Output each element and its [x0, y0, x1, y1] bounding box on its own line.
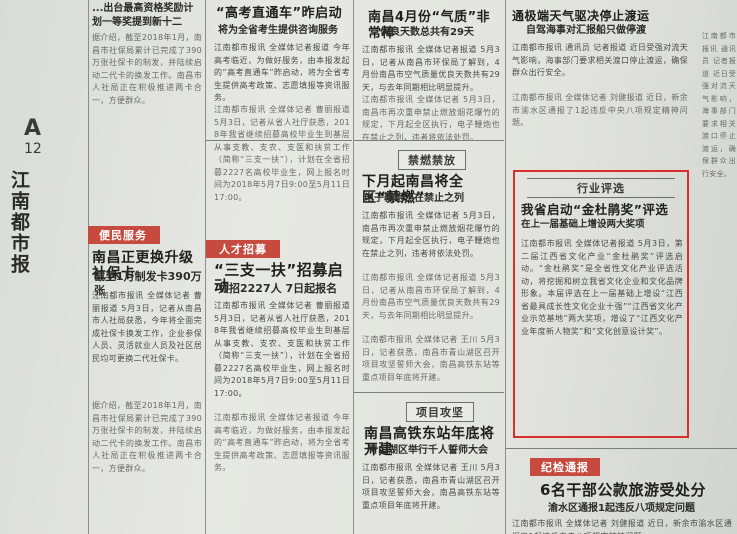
column-2: 南昌4月份“气质”非常棒 优良天数总共有29天 江南都市报讯 全媒体记者报道 5…: [354, 0, 504, 534]
article-body: 江南都市报讯 全媒体记者 刘健报道 近日，新余市渝水区通报了1起违反中央八项规定…: [512, 93, 688, 127]
headline: ...出台最高资格奖励计划一等奖提到新十二: [92, 3, 194, 28]
subheadline: 青山湖区举行千人誓师大会: [368, 445, 488, 456]
subheadline: 渝水区通报1起违反八项规定问题: [548, 503, 695, 514]
subheadline: 将为全省考生提供咨询服务: [218, 25, 338, 36]
subheadline: 优良天数总共有29天: [380, 27, 474, 38]
section-label: 行业评选: [527, 178, 675, 198]
headline: 我省启动“金杜鹃奖”评选: [521, 202, 669, 217]
article-body: 据介绍，截至2018年1月，南昌市社保局累计已完成了390万张社保卡的制发，并陆…: [92, 401, 202, 473]
section-label: 禁燃禁放: [398, 150, 466, 170]
section-label: 便民服务: [88, 226, 160, 244]
article-body: 江南都市报讯 全媒体记者 王川 5月3日，记者获悉，南昌市青山湖区召开项目攻坚誓…: [362, 335, 500, 382]
article-body: 江南都市报讯 全媒体记者 5月3日，南昌市再次重申禁止燃放烟花爆竹的规定，下月起…: [362, 211, 500, 258]
section-label: 人才招募: [206, 240, 280, 258]
article-body: 江南都市报讯 全媒体记者 5月3日，南昌市再次重申禁止燃放烟花爆竹的规定，下月起…: [362, 95, 500, 142]
article-body: 江南都市报讯 全媒体记者报道 5月3日，记者从南昌市环保局了解到，4月份南昌市空…: [362, 45, 500, 92]
headline: 6名干部公款旅游受处分: [540, 481, 706, 499]
article-body: 江南都市报讯 全媒体记者 王川 5月3日，记者获悉，南昌市青山湖区召开项目攻坚誓…: [362, 463, 500, 510]
article-body: 江南都市报讯 全媒体记者 曹丽报道 5月3日，记者从省人社厅获悉，2018年我省…: [214, 301, 350, 398]
article-body: 江南都市报讯 全媒体记者 曹丽报道 5月3日，记者从省人社厅获悉，2018年我省…: [214, 105, 350, 202]
page-number: 12: [24, 141, 42, 157]
article-body: 江南都市报讯 全媒体记者报道 5月3日，第二届江西省文化产业“金杜鹃奖”评选启动…: [521, 239, 683, 336]
page-number-block: A 12: [24, 118, 64, 158]
divider: [506, 448, 737, 449]
column-0: ...出台最高资格奖励计划一等奖提到新十二 据介绍，截至2018年1月，南昌市社…: [88, 0, 204, 534]
article-body: 江南都市报讯 全媒体记者 曹丽报道 5月3日，记者从南昌市人社局获悉，今年将全面…: [92, 291, 202, 363]
page-letter: A: [24, 116, 42, 141]
section-label: 纪检通报: [530, 458, 600, 476]
divider: [354, 140, 504, 141]
subheadline: 电子鞭炮也在禁止之列: [364, 193, 464, 204]
highlight-box: 行业评选 我省启动“金杜鹃奖”评选 在上一届基础上增设两大奖项 江南都市报讯 全…: [513, 170, 689, 438]
article-body: 据介绍，截至2018年1月，南昌市社保局累计已完成了390万张社保卡的制发，并陆…: [92, 33, 202, 105]
headline: “高考直通车”昨启动: [216, 6, 343, 21]
article-body: 江南都市报讯 全媒体记者报道 5月3日，记者从南昌市环保局了解到，4月份南昌市空…: [362, 273, 500, 320]
column-1: “高考直通车”昨启动 将为全省考生提供咨询服务 江南都市报讯 全媒体记者报道 今…: [206, 0, 352, 534]
subheadline: 自驾海事对汇报船只做停渡: [526, 25, 646, 36]
article-body: 江南都市报讯 全媒体记者报道 今年高考临近，为做好服务，由本报发起的“高考直通车…: [214, 413, 350, 472]
divider: [206, 140, 352, 141]
subheadline: 在上一届基础上增设两大奖项: [521, 219, 645, 230]
article-body: 江南都市报讯 通讯员 记者报道 近日受强对流天气影响，海事部门要求相关渡口停止渡…: [512, 43, 688, 77]
article-body: 江南都市报讯 全媒体记者报道 今年高考临近，为做好服务，由本报发起的“高考直通车…: [214, 43, 350, 102]
article-body: 江南都市报讯 全媒体记者 刘健报道 近日，新余市渝水区通报了1起违反中央八项规定…: [512, 519, 732, 534]
newspaper-page: A 12 江南都市报 ...出台最高资格奖励计划一等奖提到新十二 据介绍，截至2…: [0, 0, 737, 534]
article-body: 江南都市报讯 通讯员 记者报道 近日受强对流天气影响，海事部门要求相关渡口停止渡…: [702, 32, 736, 178]
section-label: 项目攻坚: [406, 402, 474, 422]
headline: 通极端天气驱决停止渡运: [512, 9, 650, 23]
subheadline: 共招2227人 7日起报名: [218, 282, 338, 295]
masthead: 江南都市报: [8, 170, 30, 275]
divider: [354, 392, 504, 393]
